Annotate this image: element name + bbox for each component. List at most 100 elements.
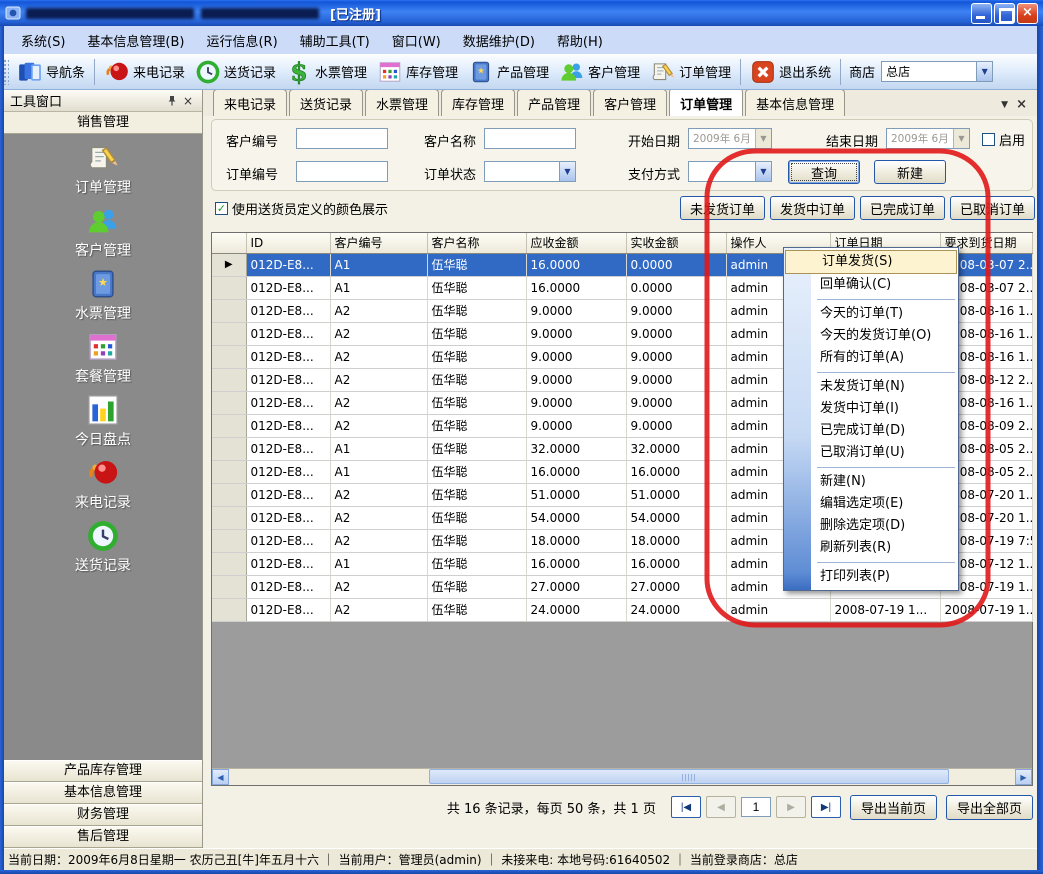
cell-received[interactable]: 27.0000 (626, 575, 726, 598)
cell-customer-code[interactable]: A2 (330, 368, 427, 391)
tab[interactable]: 水票管理 (365, 89, 439, 116)
export-all-pages-button[interactable]: 导出全部页 (946, 795, 1033, 820)
cell-received[interactable]: 16.0000 (626, 460, 726, 483)
row-selector-cell[interactable] (212, 345, 246, 368)
row-selector-cell[interactable] (212, 575, 246, 598)
cell-received[interactable]: 9.0000 (626, 299, 726, 322)
table-row[interactable]: 012D-E8... A2 伍华聪 24.0000 24.0000 admin … (212, 598, 1033, 621)
status-filter-button[interactable]: 未发货订单 (680, 196, 765, 220)
new-button[interactable]: 新建 (874, 160, 946, 184)
scrollbar-thumb[interactable] (429, 769, 949, 784)
cell-id[interactable]: 012D-E8... (246, 322, 330, 345)
cell-received[interactable]: 54.0000 (626, 506, 726, 529)
cell-receivable[interactable]: 51.0000 (526, 483, 626, 506)
query-button[interactable]: 查询 (788, 160, 860, 184)
sidebar-group-sales[interactable]: 销售管理 (4, 112, 202, 134)
context-menu-item[interactable]: 今天的订单(T) (784, 303, 958, 325)
cell-operator[interactable]: admin (726, 598, 830, 621)
cell-receivable[interactable]: 16.0000 (526, 276, 626, 299)
chevron-down-icon[interactable]: ▼ (559, 162, 575, 181)
status-filter-button[interactable]: 已完成订单 (860, 196, 945, 220)
page-number-input[interactable] (741, 797, 771, 817)
tab[interactable]: 订单管理 (669, 88, 743, 116)
row-selector-cell[interactable] (212, 368, 246, 391)
toolbar-call-log-button[interactable]: 来电记录 (99, 57, 190, 87)
cell-id[interactable]: 012D-E8... (246, 598, 330, 621)
row-selector-cell[interactable] (212, 391, 246, 414)
cell-customer-code[interactable]: A2 (330, 575, 427, 598)
context-menu-item[interactable]: 发货中订单(I) (784, 398, 958, 420)
cell-customer-name[interactable]: 伍华聪 (427, 460, 526, 483)
cell-customer-name[interactable]: 伍华聪 (427, 529, 526, 552)
enable-checkbox[interactable]: 启用 (982, 130, 1025, 149)
cell-customer-code[interactable]: A2 (330, 322, 427, 345)
cell-customer-name[interactable]: 伍华聪 (427, 322, 526, 345)
order-status-select[interactable]: ▼ (484, 161, 576, 182)
cell-customer-name[interactable]: 伍华聪 (427, 276, 526, 299)
last-page-button[interactable]: ▶| (811, 796, 841, 818)
chevron-down-icon[interactable]: ▼ (953, 129, 969, 148)
cell-customer-code[interactable]: A2 (330, 345, 427, 368)
tab[interactable]: 来电记录 (213, 89, 287, 116)
cell-receivable[interactable]: 54.0000 (526, 506, 626, 529)
tab[interactable]: 客户管理 (593, 89, 667, 116)
row-selector-cell[interactable]: ▶ (212, 253, 246, 276)
cell-receivable[interactable]: 32.0000 (526, 437, 626, 460)
cell-received[interactable]: 9.0000 (626, 414, 726, 437)
start-date-picker[interactable]: 2009年 6月 8日▼ (688, 128, 772, 149)
cell-receivable[interactable]: 27.0000 (526, 575, 626, 598)
toolbar-product-button[interactable]: ★ 产品管理 (463, 57, 554, 87)
context-menu-item[interactable]: 刷新列表(R) (784, 537, 958, 559)
cell-receivable[interactable]: 9.0000 (526, 414, 626, 437)
context-menu-item[interactable]: 所有的订单(A) (784, 347, 958, 369)
scroll-right-icon[interactable]: ▶ (1015, 769, 1032, 785)
cell-customer-name[interactable]: 伍华聪 (427, 253, 526, 276)
cell-id[interactable]: 012D-E8... (246, 575, 330, 598)
column-header[interactable]: 客户编号 (330, 233, 427, 253)
prev-page-button[interactable]: ◀ (706, 796, 736, 818)
pin-icon[interactable] (164, 93, 180, 109)
cell-id[interactable]: 012D-E8... (246, 253, 330, 276)
cell-received[interactable]: 51.0000 (626, 483, 726, 506)
cell-received[interactable]: 0.0000 (626, 253, 726, 276)
cell-id[interactable]: 012D-E8... (246, 506, 330, 529)
toolbar-navigator-button[interactable]: 导航条 (12, 57, 90, 87)
cell-customer-name[interactable]: 伍华聪 (427, 598, 526, 621)
cell-received[interactable]: 0.0000 (626, 276, 726, 299)
cell-receivable[interactable]: 24.0000 (526, 598, 626, 621)
sidebar-item-delivery-log[interactable]: 送货记录 (4, 512, 202, 575)
next-page-button[interactable]: ▶ (776, 796, 806, 818)
sidebar-group-bar[interactable]: 财务管理 (4, 804, 202, 826)
cell-id[interactable]: 012D-E8... (246, 368, 330, 391)
menu-item[interactable]: 帮助(H) (546, 27, 614, 54)
scrollbar-track[interactable] (229, 769, 1015, 785)
row-selector-cell[interactable] (212, 299, 246, 322)
cell-id[interactable]: 012D-E8... (246, 276, 330, 299)
context-menu-item[interactable] (784, 369, 958, 376)
cell-received[interactable]: 9.0000 (626, 391, 726, 414)
context-menu-item[interactable]: 已完成订单(D) (784, 420, 958, 442)
order-code-input[interactable] (296, 161, 388, 182)
chevron-down-icon[interactable]: ▼ (755, 162, 771, 181)
context-menu-item[interactable]: 打印列表(P) (784, 566, 958, 588)
cell-customer-name[interactable]: 伍华聪 (427, 299, 526, 322)
context-menu-item[interactable]: 删除选定项(D) (784, 515, 958, 537)
row-selector-cell[interactable] (212, 437, 246, 460)
maximize-button[interactable] (994, 3, 1015, 24)
customer-name-input[interactable] (484, 128, 576, 149)
cell-receivable[interactable]: 16.0000 (526, 552, 626, 575)
context-menu-item[interactable]: 编辑选定项(E) (784, 493, 958, 515)
column-header[interactable]: 实收金额 (626, 233, 726, 253)
scroll-left-icon[interactable]: ◀ (212, 769, 229, 785)
sidebar-group-bar[interactable]: 产品库存管理 (4, 760, 202, 782)
store-select[interactable]: 总店 ▼ (881, 61, 993, 82)
tab-list-dropdown-icon[interactable]: ▼ (1001, 100, 1008, 110)
cell-id[interactable]: 012D-E8... (246, 552, 330, 575)
context-menu-item[interactable] (784, 296, 958, 303)
cell-received[interactable]: 24.0000 (626, 598, 726, 621)
checkbox-check-icon[interactable]: ✓ (215, 202, 228, 215)
toolbar-exit-button[interactable]: 退出系统 (745, 57, 836, 87)
menu-item[interactable]: 系统(S) (10, 27, 76, 54)
cell-received[interactable]: 16.0000 (626, 552, 726, 575)
row-selector-cell[interactable] (212, 414, 246, 437)
